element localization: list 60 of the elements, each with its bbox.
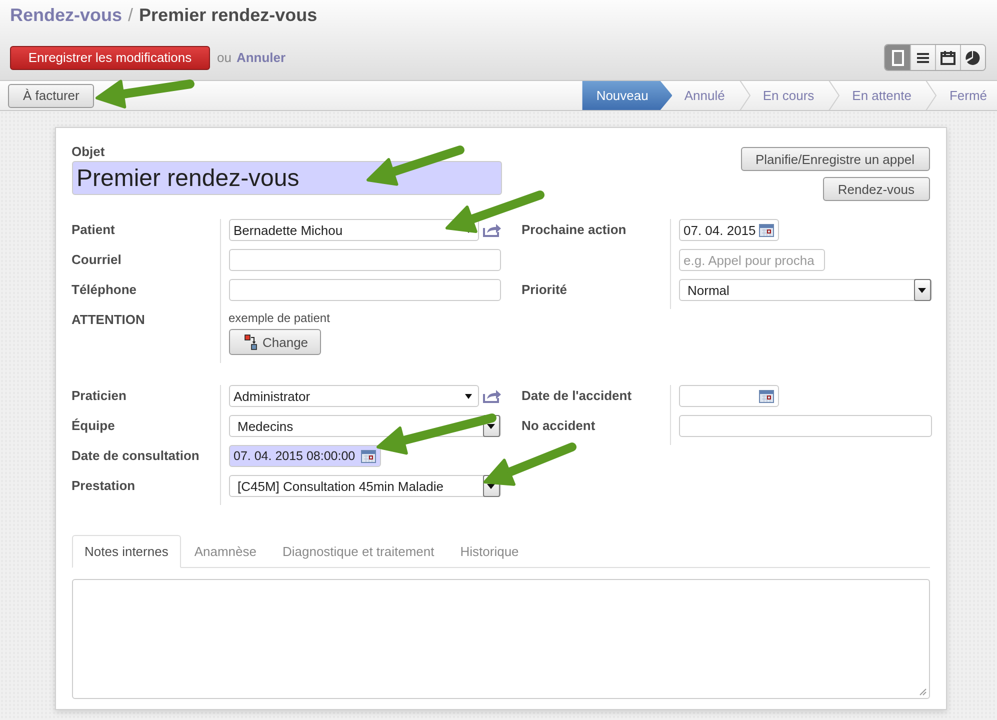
field-label: ATTENTION <box>72 312 145 327</box>
field-label: Priorité <box>522 282 568 297</box>
calendar-icon[interactable] <box>758 224 774 236</box>
field-label: Équipe <box>72 418 115 433</box>
calendar-icon[interactable] <box>758 390 774 402</box>
invoice-button[interactable]: À facturer <box>8 84 94 108</box>
field-label: No accident <box>522 418 596 433</box>
action-button[interactable]: Planifie/Enregistre un appel <box>740 147 930 171</box>
tab[interactable]: Anamnèse <box>181 535 270 568</box>
field-label: Téléphone <box>72 282 137 297</box>
field-label: Praticien <box>72 388 126 403</box>
external-link-icon[interactable] <box>482 389 500 403</box>
text-field[interactable] <box>678 415 932 437</box>
resize-grip-icon[interactable] <box>918 688 926 696</box>
button-label: Change <box>262 334 308 350</box>
caret-icon <box>918 288 926 292</box>
title-field[interactable]: Premier rendez-vous <box>72 161 502 195</box>
field-label: Prestation <box>72 478 136 493</box>
field-label: Patient <box>72 222 115 237</box>
pie-chart-icon <box>965 50 981 66</box>
tab[interactable]: Diagnostique et traitement <box>269 535 448 568</box>
date-field[interactable]: 07. 04. 2015 08:00:00 <box>228 445 380 467</box>
external-link-icon[interactable] <box>482 223 500 237</box>
text-field[interactable] <box>228 249 500 271</box>
calendar-icon[interactable] <box>360 450 376 462</box>
caret-icon <box>487 424 495 428</box>
select-field[interactable]: [C45M] Consultation 45min Maladie <box>228 475 500 497</box>
field-label: Objet <box>72 144 106 159</box>
field-label: Courriel <box>72 252 122 267</box>
caret-icon <box>487 484 495 488</box>
text-field[interactable]: e.g. Appel pour procha <box>678 249 824 271</box>
dropdown-field[interactable]: Bernadette Michou <box>228 219 478 241</box>
graph-view-button[interactable] <box>960 45 985 70</box>
status-stage[interactable]: Fermé <box>937 81 997 110</box>
field-label: Date de consultation <box>72 448 200 463</box>
calendar-icon <box>940 50 956 66</box>
change-button[interactable]: Change <box>228 329 322 355</box>
caret-icon <box>464 394 472 398</box>
list-icon <box>916 50 930 64</box>
tab[interactable]: Notes internes <box>72 535 182 568</box>
action-button[interactable]: Rendez-vous <box>822 177 930 201</box>
list-view-button[interactable] <box>910 45 935 70</box>
select-field[interactable]: Normal <box>678 279 932 301</box>
date-field[interactable]: 07. 04. 2015 <box>678 219 778 241</box>
date-field[interactable] <box>678 385 778 407</box>
dropdown-field[interactable]: Administrator <box>228 385 478 407</box>
page-title: Premier rendez-vous <box>139 5 318 26</box>
or-text: ou <box>217 50 232 65</box>
status-stage[interactable]: Nouveau <box>582 81 672 110</box>
calendar-view-button[interactable] <box>935 45 960 70</box>
field-value: exemple de patient <box>228 311 330 325</box>
tab[interactable]: Historique <box>447 535 532 568</box>
breadcrumb-separator: / <box>128 5 134 26</box>
text-field[interactable] <box>228 279 500 301</box>
swap-icon <box>244 334 258 350</box>
field-label: Date de l'accident <box>522 388 632 403</box>
form-view-icon <box>890 50 904 66</box>
breadcrumb-link[interactable]: Rendez-vous <box>10 5 122 26</box>
field-label: Prochaine action <box>522 222 626 237</box>
save-button[interactable]: Enregistrer les modifications <box>10 46 210 70</box>
